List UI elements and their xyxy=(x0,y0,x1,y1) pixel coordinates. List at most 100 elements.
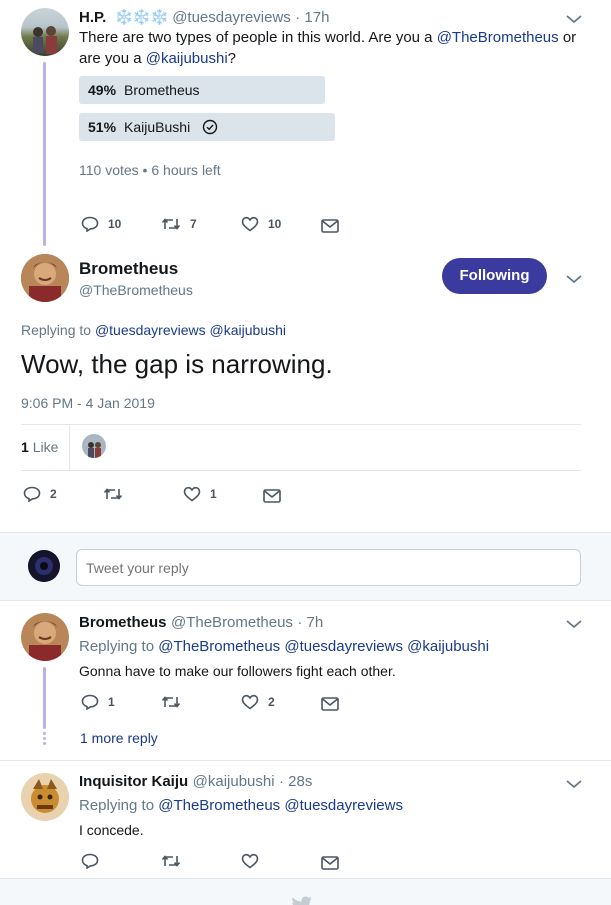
tweet1-handle[interactable]: @tuesdayreviews xyxy=(172,9,291,26)
chevron-down-icon[interactable] xyxy=(565,778,583,790)
liker-avatar[interactable] xyxy=(82,434,106,458)
more-replies-link[interactable]: 1 more reply xyxy=(80,730,158,746)
poll-option-label: KaijuBushi xyxy=(124,119,191,135)
my-avatar-image xyxy=(28,550,60,582)
reply1-time[interactable]: · 7h xyxy=(297,614,323,631)
avatar-brometheus-image xyxy=(21,254,69,302)
likes-stat[interactable]: 1 Like xyxy=(21,439,58,455)
retweet-button[interactable]: 7 xyxy=(161,216,197,232)
retweet-count: 7 xyxy=(190,217,197,231)
replying-to-label: Replying to xyxy=(79,797,155,814)
replying-to-label: Replying to xyxy=(21,322,92,338)
reply1-name[interactable]: Brometheus xyxy=(79,614,167,631)
reply-button[interactable] xyxy=(81,853,108,869)
my-avatar[interactable] xyxy=(28,550,60,582)
likes-stat-label: Like xyxy=(32,439,59,455)
tweet1-text-part: There are two types of people in this wo… xyxy=(79,29,437,46)
main-name[interactable]: Brometheus xyxy=(79,259,178,279)
reply-input[interactable] xyxy=(76,549,581,586)
reply-button[interactable]: 10 xyxy=(81,216,121,232)
mention-link[interactable]: @kaijubushi xyxy=(210,322,286,338)
tweet1-time[interactable]: · 17h xyxy=(295,9,329,26)
mention-link[interactable]: @tuesdayreviews xyxy=(284,797,403,814)
message-icon[interactable] xyxy=(263,489,281,503)
avatar-brometheus-image xyxy=(21,613,69,661)
reply-count: 2 xyxy=(50,487,57,501)
mention-link[interactable]: @TheBrometheus xyxy=(158,797,280,814)
reply1-handle[interactable]: @TheBrometheus xyxy=(171,614,293,631)
like-button[interactable]: 1 xyxy=(183,486,217,502)
chevron-down-icon[interactable] xyxy=(565,13,583,25)
message-icon[interactable] xyxy=(321,219,339,233)
message-icon[interactable] xyxy=(321,697,339,711)
reply-button[interactable]: 2 xyxy=(23,486,57,502)
mention-link[interactable]: @tuesdayreviews xyxy=(284,638,403,655)
mention-link[interactable]: @TheBrometheus xyxy=(437,29,559,46)
poll-meta: 110 votes • 6 hours left xyxy=(79,162,221,178)
main-timestamp[interactable]: 9:06 PM - 4 Jan 2019 xyxy=(21,395,155,411)
main-handle[interactable]: @TheBrometheus xyxy=(79,282,193,298)
reply-icon xyxy=(81,853,99,869)
reply1-text: Gonna have to make our followers fight e… xyxy=(79,663,396,679)
like-button[interactable]: 2 xyxy=(241,694,275,710)
avatar-kaiju-image xyxy=(21,773,69,821)
chevron-down-icon[interactable] xyxy=(565,273,583,285)
divider xyxy=(21,424,581,425)
mention-link[interactable]: @kaijubushi xyxy=(407,638,489,655)
thread-more-dots xyxy=(42,732,47,745)
tweet1-header: H.P. ❄️❄️❄️ @tuesdayreviews · 17h xyxy=(79,8,329,27)
like-count: 1 xyxy=(210,487,217,501)
avatar-hp-image xyxy=(33,26,57,54)
reply-button[interactable]: 1 xyxy=(81,694,115,710)
retweet-icon xyxy=(103,488,123,500)
heart-icon xyxy=(241,853,259,869)
reply-icon xyxy=(81,694,99,710)
like-button[interactable] xyxy=(241,853,268,869)
retweet-button[interactable] xyxy=(161,853,190,869)
poll-option-kaijubushi: 51% KaijuBushi xyxy=(79,113,335,141)
avatar-brometheus[interactable] xyxy=(21,613,69,661)
heart-icon xyxy=(183,486,201,502)
reply2-header: Inquisitor Kaiju @kaijubushi · 28s xyxy=(79,773,312,791)
chevron-down-icon[interactable] xyxy=(565,618,583,630)
reply2-name[interactable]: Inquisitor Kaiju xyxy=(79,773,188,790)
reply1-header: Brometheus @TheBrometheus · 7h xyxy=(79,614,323,632)
retweet-icon xyxy=(161,696,181,708)
reply-count: 10 xyxy=(108,217,122,231)
like-button[interactable]: 10 xyxy=(241,216,281,232)
mention-link[interactable]: @kaijubushi xyxy=(146,50,228,67)
divider xyxy=(21,470,581,471)
likes-stat-count: 1 xyxy=(21,439,29,455)
retweet-button[interactable] xyxy=(161,694,190,710)
reply2-time[interactable]: · 28s xyxy=(279,773,312,790)
message-icon[interactable] xyxy=(321,856,339,870)
twitter-bird-icon xyxy=(292,896,312,905)
poll-option-pct: 51% xyxy=(88,119,117,135)
reply2-text: I concede. xyxy=(79,822,144,838)
divider xyxy=(0,760,611,761)
like-count: 2 xyxy=(268,695,275,709)
likes-divider xyxy=(69,425,70,470)
mention-link[interactable]: @tuesdayreviews xyxy=(95,322,206,338)
following-button[interactable]: Following xyxy=(442,258,547,294)
liker-avatar-image xyxy=(88,442,101,458)
check-circle-icon xyxy=(202,119,218,135)
retweet-icon xyxy=(161,218,181,230)
reply-composer xyxy=(0,532,611,601)
reply-icon xyxy=(81,216,99,232)
mention-link[interactable]: @TheBrometheus xyxy=(158,638,280,655)
replying-to-label: Replying to xyxy=(79,638,155,655)
avatar-hp[interactable] xyxy=(21,8,69,56)
reply1-replying-to: Replying to @TheBrometheus @tuesdayrevie… xyxy=(79,638,489,655)
tweet1-name[interactable]: H.P. xyxy=(79,9,106,26)
retweet-button[interactable] xyxy=(103,486,132,502)
footer xyxy=(0,878,611,905)
retweet-icon xyxy=(161,855,181,867)
thread-line-1 xyxy=(43,62,46,246)
reply2-replying-to: Replying to @TheBrometheus @tuesdayrevie… xyxy=(79,797,403,814)
heart-icon xyxy=(241,694,259,710)
like-count: 10 xyxy=(268,217,282,231)
avatar-kaiju[interactable] xyxy=(21,773,69,821)
reply2-handle[interactable]: @kaijubushi xyxy=(193,773,275,790)
avatar-brometheus[interactable] xyxy=(21,254,69,302)
